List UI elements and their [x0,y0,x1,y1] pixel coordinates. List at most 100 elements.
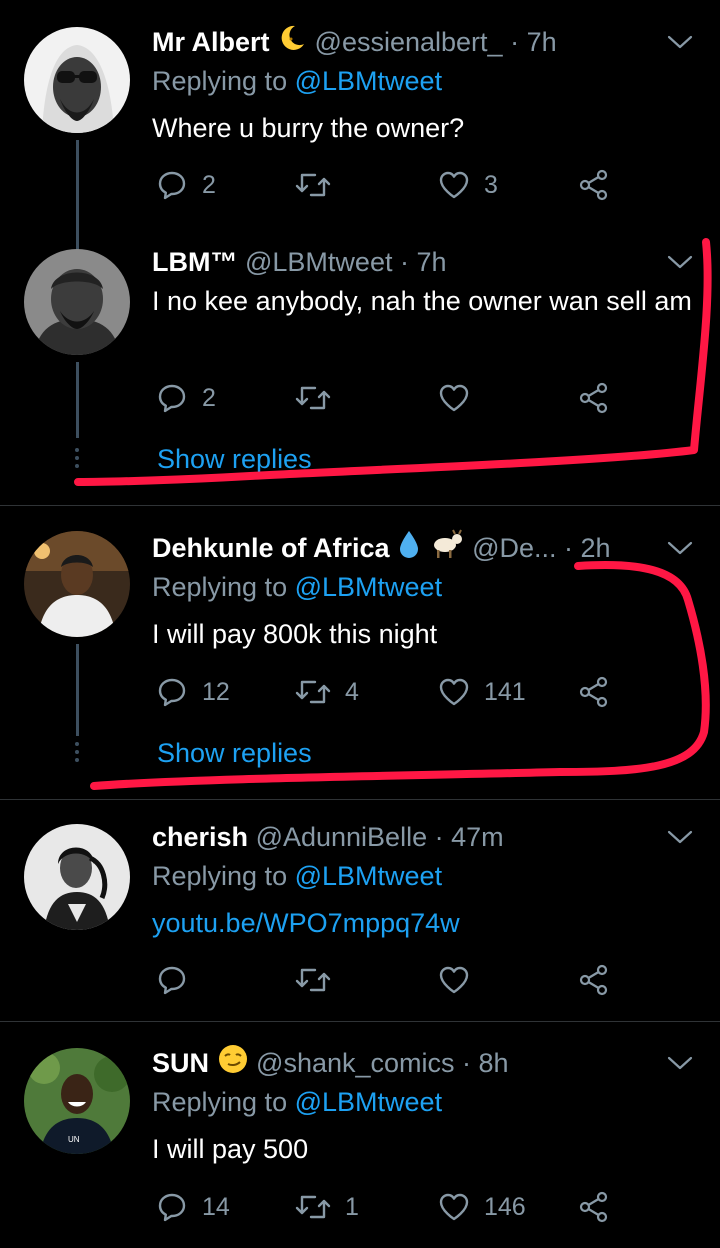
show-replies-link[interactable]: Show replies [157,738,312,769]
thread-line [76,362,79,438]
show-replies-link[interactable]: Show replies [157,444,312,475]
tweet-text: Where u burry the owner? [152,113,465,143]
display-name[interactable]: LBM™ [152,247,237,277]
tweet-text: I will pay 800k this night [152,619,438,649]
share-button[interactable] [578,960,610,1000]
chevron-down-icon[interactable] [666,827,694,847]
replying-label: Replying to [152,861,288,891]
mention-link[interactable]: @LBMtweet [295,861,442,891]
like-icon [438,1191,470,1223]
like-button[interactable]: 3 [438,165,498,205]
tweet-actions: 2 3 [152,165,622,205]
reply-button[interactable]: 2 [156,165,216,205]
tweet-dehkunle[interactable]: Dehkunle of Africa @De... · 2h Replying … [0,528,720,790]
retweet-count: 1 [345,1192,359,1221]
divider [0,799,720,800]
like-count: 3 [484,170,498,199]
share-button[interactable] [578,1187,610,1227]
chevron-down-icon[interactable] [666,1053,694,1073]
mention-link[interactable]: @LBMtweet [295,66,442,96]
share-button[interactable] [578,378,610,418]
share-button[interactable] [578,165,610,205]
display-name[interactable]: SUN [152,1048,209,1078]
share-icon [578,382,610,414]
replying-label: Replying to [152,66,288,96]
timestamp: · 47m [434,822,504,852]
like-button[interactable] [438,378,484,418]
like-button[interactable] [438,960,484,1000]
reply-button[interactable]: 2 [156,378,216,418]
avatar[interactable] [24,531,130,637]
reply-count: 12 [202,677,230,706]
retweet-button[interactable]: 1 [295,1187,359,1227]
avatar[interactable] [24,27,130,133]
avatar[interactable] [24,824,130,930]
avatar[interactable]: UN [24,1048,130,1154]
retweet-icon [295,382,331,414]
reply-icon [156,676,188,708]
replying-to: Replying to @LBMtweet [152,861,442,892]
user-handle[interactable]: @essienalbert_ [315,27,503,57]
divider [0,1021,720,1022]
retweet-icon [295,169,331,201]
reply-count: 2 [202,383,216,412]
user-handle[interactable]: @shank_comics [256,1048,454,1078]
share-icon [578,964,610,996]
reply-button[interactable]: 12 [156,672,230,712]
share-button[interactable] [578,672,610,712]
retweet-button[interactable] [295,165,345,205]
chevron-down-icon[interactable] [666,32,694,52]
tweet-text: I no kee anybody, nah the owner wan sell… [152,286,692,316]
svg-text:UN: UN [68,1135,80,1144]
retweet-button[interactable] [295,960,345,1000]
tweet-mr-albert[interactable]: Mr Albert @essienalbert_ · 7h Replying t… [0,22,720,250]
retweet-icon [295,964,331,996]
chevron-down-icon[interactable] [666,252,694,272]
retweet-count: 4 [345,677,359,706]
retweet-button[interactable] [295,378,345,418]
display-name[interactable]: Dehkunle of Africa [152,533,390,563]
timestamp: · 7h [399,247,447,277]
thread-line [76,644,79,736]
mention-link[interactable]: @LBMtweet [295,572,442,602]
like-icon [438,169,470,201]
replying-label: Replying to [152,1087,288,1117]
mention-link[interactable]: @LBMtweet [295,1087,442,1117]
like-count: 146 [484,1192,526,1221]
tweet-cherish[interactable]: cherish @AdunniBelle · 47m Replying to @… [0,817,720,1017]
reply-button[interactable]: 14 [156,1187,230,1227]
display-name[interactable]: Mr Albert [152,27,270,57]
tweet-sun[interactable]: UN SUN @shank_comics · 8h Replying to @L… [0,1043,720,1248]
reply-icon [156,964,188,996]
tweet-header: LBM™ @LBMtweet · 7h [152,242,447,282]
user-handle[interactable]: @De... [472,533,556,563]
tweet-actions: 2 [152,378,622,418]
chevron-down-icon[interactable] [666,538,694,558]
display-name[interactable]: cherish [152,822,248,852]
user-handle[interactable]: @AdunniBelle [256,822,428,852]
share-icon [578,169,610,201]
tweet-actions: 12 4 141 [152,672,622,712]
reply-button[interactable] [156,960,202,1000]
tweet-actions: 14 1 146 [152,1187,622,1227]
like-icon [438,676,470,708]
reply-count: 2 [202,170,216,199]
timestamp: · 2h [564,533,611,563]
more-replies-dots [75,448,79,472]
retweet-icon [295,676,331,708]
like-button[interactable]: 146 [438,1187,526,1227]
tweet-actions [152,960,622,1000]
share-icon [578,676,610,708]
avatar[interactable] [24,249,130,355]
timestamp: · 8h [462,1048,509,1078]
tweet-header: Mr Albert @essienalbert_ · 7h [152,22,557,62]
retweet-button[interactable]: 4 [295,672,359,712]
tweet-link[interactable]: youtu.be/WPO7mppq74w [152,904,697,942]
timestamp: · 7h [510,27,557,57]
like-count: 141 [484,677,526,706]
tweet-header: cherish @AdunniBelle · 47m [152,817,504,857]
tweet-lbm[interactable]: LBM™ @LBMtweet · 7h I no kee anybody, na… [0,242,720,504]
reply-icon [156,169,188,201]
user-handle[interactable]: @LBMtweet [245,247,392,277]
like-button[interactable]: 141 [438,672,526,712]
